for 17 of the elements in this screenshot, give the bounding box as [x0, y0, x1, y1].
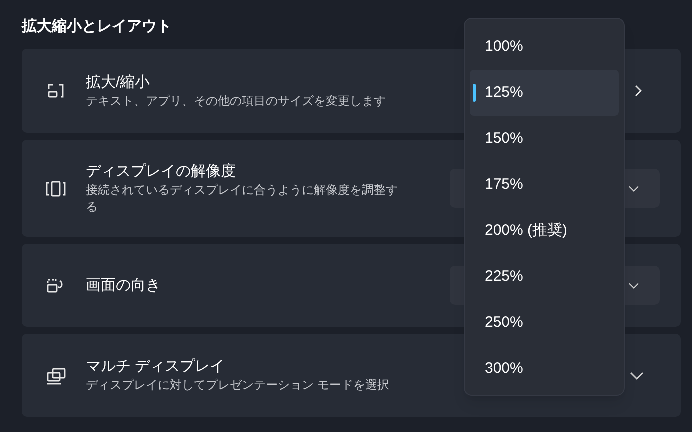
- chevron-down-icon: [628, 184, 640, 192]
- section-heading: 拡大縮小とレイアウト: [22, 17, 173, 37]
- menu-option[interactable]: 125%: [470, 70, 619, 116]
- chevron-down-icon: [628, 282, 640, 290]
- menu-option[interactable]: 175%: [470, 162, 619, 208]
- menu-option[interactable]: 225%: [470, 254, 619, 300]
- menu-option[interactable]: 300%: [470, 346, 619, 392]
- selection-indicator: [473, 84, 476, 102]
- setting-title: ディスプレイの解像度: [86, 162, 236, 182]
- chevron-down-icon: [629, 370, 645, 380]
- setting-title: 画面の向き: [86, 276, 161, 296]
- setting-title: マルチ ディスプレイ: [86, 357, 226, 377]
- setting-description: テキスト、アプリ、その他の項目のサイズを変更します: [86, 92, 386, 110]
- setting-title: 拡大/縮小: [86, 72, 150, 92]
- setting-description: ディスプレイに対してプレゼンテーション モードを選択: [86, 377, 390, 394]
- setting-description: 接続されているディスプレイに合うように解像度を調整する: [86, 182, 399, 216]
- chevron-right-icon: [633, 84, 643, 98]
